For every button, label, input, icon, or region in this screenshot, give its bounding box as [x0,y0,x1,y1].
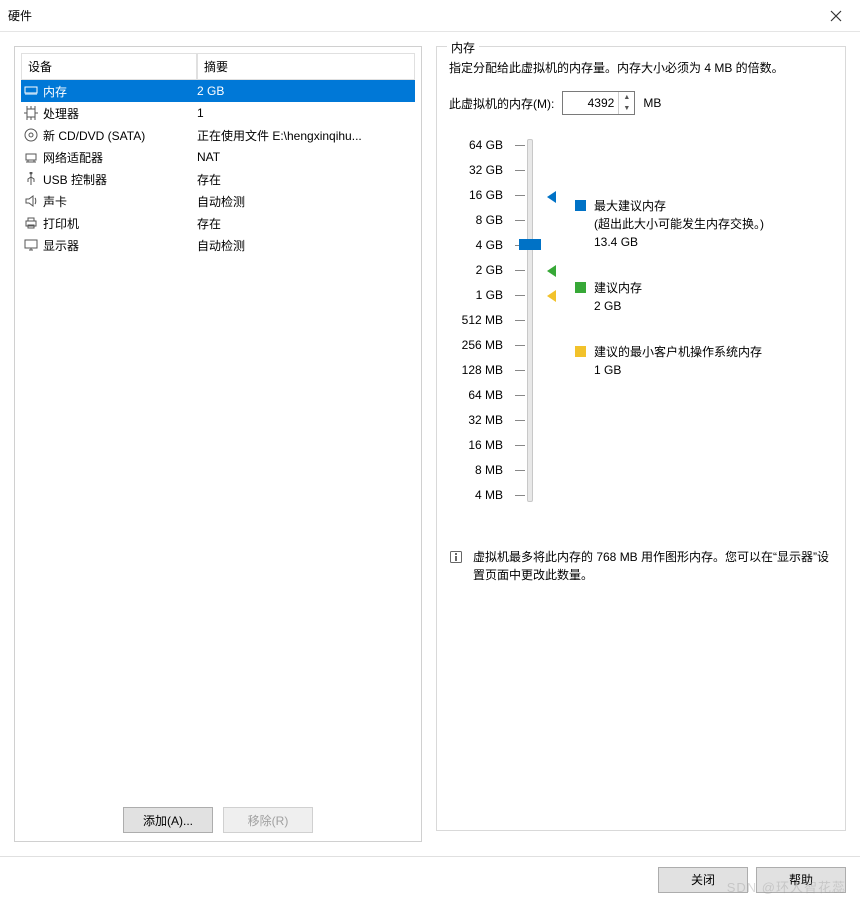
tick-mark [515,370,525,371]
tick-label: 512 MB [449,308,509,333]
tick-label: 4 MB [449,483,509,508]
memory-group: 内存 指定分配给此虚拟机的内存量。内存大小必须为 4 MB 的倍数。 此虚拟机的… [436,46,846,831]
tick-label: 16 MB [449,433,509,458]
device-name: 处理器 [41,105,197,122]
table-row[interactable]: 网络适配器NAT [21,146,415,168]
memory-description: 指定分配给此虚拟机的内存量。内存大小必须为 4 MB 的倍数。 [449,59,833,77]
device-name: 新 CD/DVD (SATA) [41,127,197,144]
tick-mark [515,170,525,171]
memory-input[interactable] [563,92,618,114]
device-name: USB 控制器 [41,171,197,188]
legend-min-value: 1 GB [594,361,762,379]
spinner-up-icon[interactable]: ▲ [619,92,634,103]
help-button[interactable]: 帮助 [756,867,846,893]
tick-mark [515,395,525,396]
device-summary: 存在 [197,215,415,232]
tick-mark [515,145,525,146]
memory-slider[interactable] [509,133,549,508]
tick-mark [515,220,525,221]
device-summary: NAT [197,150,415,164]
table-row[interactable]: 打印机存在 [21,212,415,234]
legend-rec-color [575,282,586,293]
tick-label: 256 MB [449,333,509,358]
tick-mark [515,295,525,296]
usb-icon [21,172,41,186]
spinner-down-icon[interactable]: ▼ [619,103,634,114]
tick-label: 2 GB [449,258,509,283]
tick-label: 128 MB [449,358,509,383]
tick-label: 1 GB [449,283,509,308]
slider-thumb[interactable] [519,239,541,250]
device-summary: 正在使用文件 E:\hengxinqihu... [197,127,415,144]
disc-icon [21,128,41,142]
legend-max-color [575,200,586,211]
legend-rec-value: 2 GB [594,297,642,315]
network-icon [21,150,41,164]
tick-label: 16 GB [449,183,509,208]
table-row[interactable]: 声卡自动检测 [21,190,415,212]
memory-unit: MB [643,96,661,110]
legend-min-title: 建议的最小客户机操作系统内存 [594,343,762,361]
memory-spinner[interactable]: ▲ ▼ [562,91,635,115]
group-title: 内存 [447,39,479,56]
device-panel: 设备 摘要 内存2 GB处理器1新 CD/DVD (SATA)正在使用文件 E:… [14,46,422,842]
slider-tick-labels: 64 GB32 GB16 GB8 GB4 GB2 GB1 GB512 MB256… [449,133,509,508]
memory-label: 此虚拟机的内存(M): [449,95,554,112]
device-name: 网络适配器 [41,149,197,166]
tick-label: 32 MB [449,408,509,433]
add-button[interactable]: 添加(A)... [123,807,213,833]
device-name: 声卡 [41,193,197,210]
tick-mark [515,470,525,471]
device-name: 内存 [41,83,197,100]
legend-max-note: (超出此大小可能发生内存交换。) [594,215,764,233]
table-row[interactable]: USB 控制器存在 [21,168,415,190]
memory-legend: 最大建议内存 (超出此大小可能发生内存交换。) 13.4 GB 建议内存 2 G… [549,133,833,508]
device-summary: 1 [197,106,415,120]
tick-mark [515,420,525,421]
legend-max-title: 最大建议内存 [594,197,764,215]
legend-rec-title: 建议内存 [594,279,642,297]
column-device[interactable]: 设备 [21,53,197,80]
table-row[interactable]: 内存2 GB [21,80,415,102]
memory-note: 虚拟机最多将此内存的 768 MB 用作图形内存。您可以在“显示器”设置页面中更… [473,548,833,584]
close-button[interactable]: 关闭 [658,867,748,893]
device-name: 打印机 [41,215,197,232]
tick-mark [515,445,525,446]
device-table-header: 设备 摘要 [21,53,415,80]
tick-label: 64 MB [449,383,509,408]
tick-label: 8 GB [449,208,509,233]
tick-mark [515,270,525,271]
legend-max-value: 13.4 GB [594,233,764,251]
device-summary: 自动检测 [197,237,415,254]
min-marker-icon [547,290,556,302]
tick-mark [515,320,525,321]
window-title: 硬件 [8,7,820,24]
tick-label: 4 GB [449,233,509,258]
tick-label: 8 MB [449,458,509,483]
legend-min-color [575,346,586,357]
device-summary: 2 GB [197,84,415,98]
table-row[interactable]: 显示器自动检测 [21,234,415,256]
close-icon[interactable] [820,0,852,32]
tick-mark [515,495,525,496]
display-icon [21,238,41,252]
device-summary: 自动检测 [197,193,415,210]
info-icon [449,548,465,584]
tick-mark [515,195,525,196]
table-row[interactable]: 处理器1 [21,102,415,124]
printer-icon [21,216,41,230]
remove-button: 移除(R) [223,807,313,833]
table-row[interactable]: 新 CD/DVD (SATA)正在使用文件 E:\hengxinqihu... [21,124,415,146]
tick-label: 64 GB [449,133,509,158]
sound-icon [21,194,41,208]
max-marker-icon [547,191,556,203]
device-name: 显示器 [41,237,197,254]
memory-icon [21,85,41,97]
tick-label: 32 GB [449,158,509,183]
cpu-icon [21,106,41,120]
device-summary: 存在 [197,171,415,188]
tick-mark [515,345,525,346]
rec-marker-icon [547,265,556,277]
column-summary[interactable]: 摘要 [197,53,415,80]
